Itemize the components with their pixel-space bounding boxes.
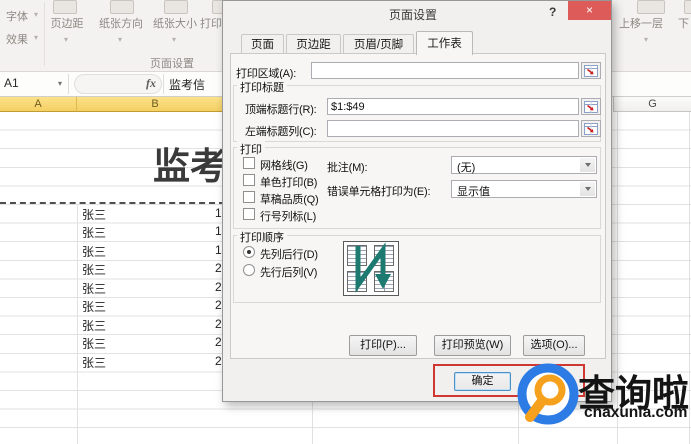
cell-name[interactable]: 张三: [82, 354, 106, 371]
send-backward-icon: [684, 0, 691, 14]
close-button[interactable]: ×: [568, 1, 611, 20]
chevron-down-icon: ▾: [34, 11, 38, 19]
down-then-over-radio-label[interactable]: 先列后行(D): [260, 246, 318, 262]
chaxunla-logo-icon: [514, 360, 582, 428]
print-group-label: 打印: [237, 141, 265, 157]
divider: [68, 74, 69, 94]
theme-fonts-button[interactable]: 字体: [6, 8, 28, 24]
cell-value[interactable]: 1: [215, 243, 222, 257]
sheet-rows: 张三 1 张三 1 张三 1 张三 2 张三 2 张三 2 张三 2 张三 2 …: [0, 206, 232, 373]
ribbon-button-margins[interactable]: 页边距: [42, 15, 92, 31]
range-picker-icon[interactable]: [581, 98, 601, 115]
ribbon-button-send-backward[interactable]: 下: [678, 15, 689, 31]
ribbon-button-orientation[interactable]: 纸张方向: [92, 15, 150, 31]
chevron-down-icon: ▾: [172, 36, 176, 44]
help-button[interactable]: ?: [549, 5, 556, 19]
over-then-down-radio[interactable]: [243, 264, 255, 276]
theme-effects-button[interactable]: 效果: [6, 31, 28, 47]
name-box-dropdown-icon[interactable]: ▾: [58, 80, 62, 88]
gridlines-checkbox-label[interactable]: 网格线(G): [260, 157, 308, 173]
orientation-icon: [110, 0, 134, 14]
name-box[interactable]: A1: [4, 76, 19, 90]
page-setup-dialog: 页面设置 ? × 页面 页边距 页眉/页脚 工作表 打印区域(A): 打印标题 …: [222, 0, 612, 402]
cell-value[interactable]: 2: [215, 280, 222, 294]
cell-name[interactable]: 张三: [82, 224, 106, 241]
chevron-down-icon: ▾: [644, 36, 648, 44]
cell-value[interactable]: 2: [215, 298, 222, 312]
tab-header-footer[interactable]: 页眉/页脚: [343, 34, 414, 54]
left-title-cols-label: 左端标题列(C):: [245, 123, 317, 139]
left-title-cols-input[interactable]: [327, 120, 579, 137]
print-order-arrow-icon: [344, 242, 398, 295]
top-title-rows-input[interactable]: [327, 98, 579, 115]
range-picker-icon[interactable]: [581, 62, 601, 79]
cell-value[interactable]: 2: [215, 335, 222, 349]
row-col-headings-checkbox-label[interactable]: 行号列标(L): [260, 208, 316, 224]
cell-name[interactable]: 张三: [82, 261, 106, 278]
cell-value[interactable]: 2: [215, 354, 222, 368]
margins-icon: [53, 0, 77, 14]
gridline-vertical: [312, 402, 313, 444]
cell-value[interactable]: 1: [215, 206, 222, 220]
options-button[interactable]: 选项(O)...: [523, 335, 585, 356]
cell-errors-dropdown[interactable]: 显示值: [451, 180, 597, 198]
watermark: 查询啦 chaxunla.com: [505, 356, 691, 436]
draft-quality-checkbox-label[interactable]: 草稿品质(Q): [260, 191, 318, 207]
print-order-group-label: 打印顺序: [237, 229, 287, 245]
dialog-title: 页面设置: [233, 6, 593, 23]
print-area-input[interactable]: [311, 62, 579, 79]
print-button[interactable]: 打印(P)...: [349, 335, 417, 356]
gridlines-checkbox[interactable]: [243, 157, 255, 169]
cell-value[interactable]: 2: [215, 261, 222, 275]
column-header-g[interactable]: G: [613, 97, 691, 112]
top-title-rows-label: 顶端标题行(R):: [245, 101, 317, 117]
bw-print-checkbox-label[interactable]: 单色打印(B): [260, 174, 317, 190]
watermark-domain-text: chaxunla.com: [584, 404, 687, 422]
cell-name[interactable]: 张三: [82, 298, 106, 315]
divider: [163, 74, 164, 94]
range-picker-icon[interactable]: [581, 120, 601, 137]
cell-name[interactable]: 张三: [82, 208, 106, 222]
comments-dropdown[interactable]: (无): [451, 156, 597, 174]
cell-name[interactable]: 张三: [82, 317, 106, 334]
chevron-down-icon[interactable]: [580, 158, 595, 172]
ribbon-group-divider: [44, 2, 45, 66]
bring-forward-icon: [637, 0, 665, 14]
print-titles-group-label: 打印标题: [237, 79, 287, 95]
cell-name[interactable]: 张三: [82, 280, 106, 297]
column-header-b[interactable]: B: [77, 97, 233, 112]
ribbon-button-size[interactable]: 纸张大小: [146, 15, 204, 31]
cell-name[interactable]: 张三: [82, 243, 106, 260]
tab-margins[interactable]: 页边距: [286, 34, 341, 54]
chevron-down-icon[interactable]: [580, 182, 595, 196]
cell-value[interactable]: 1: [215, 224, 222, 238]
print-order-preview: [343, 241, 399, 296]
draft-quality-checkbox[interactable]: [243, 191, 255, 203]
page-break-dashed-line: [0, 202, 225, 204]
ribbon-group-label-page-setup: 页面设置: [150, 55, 220, 71]
formula-bar-value[interactable]: 监考信: [169, 76, 205, 93]
cell-name[interactable]: 张三: [82, 335, 106, 352]
sheet-title-text: 监考: [153, 136, 227, 190]
excel-window: 字体 ▾ 效果 ▾ 页边距 ▾ 纸张方向 ▾ 纸张大小 ▾ 打印区域 页面设置 …: [0, 0, 691, 444]
cell-value[interactable]: 2: [215, 317, 222, 331]
chevron-down-icon: ▾: [64, 36, 68, 44]
print-preview-button[interactable]: 打印预览(W): [434, 335, 511, 356]
over-then-down-radio-label[interactable]: 先行后列(V): [260, 264, 317, 280]
chevron-down-icon: ▾: [118, 36, 122, 44]
insert-function-icon[interactable]: fx: [146, 76, 156, 91]
tab-page[interactable]: 页面: [241, 34, 284, 54]
cell-errors-dropdown-value: 显示值: [457, 183, 490, 199]
comments-dropdown-value: (无): [457, 159, 475, 175]
comments-label: 批注(M):: [327, 159, 367, 175]
bw-print-checkbox[interactable]: [243, 174, 255, 186]
cell-errors-label: 错误单元格打印为(E):: [327, 183, 430, 199]
chevron-down-icon: ▾: [34, 34, 38, 42]
column-header-a[interactable]: A: [0, 97, 77, 112]
tab-sheet[interactable]: 工作表: [416, 31, 473, 55]
paper-size-icon: [164, 0, 188, 14]
row-col-headings-checkbox[interactable]: [243, 208, 255, 220]
down-then-over-radio[interactable]: [243, 246, 255, 258]
ribbon-button-bring-forward[interactable]: 上移一层: [619, 15, 663, 31]
